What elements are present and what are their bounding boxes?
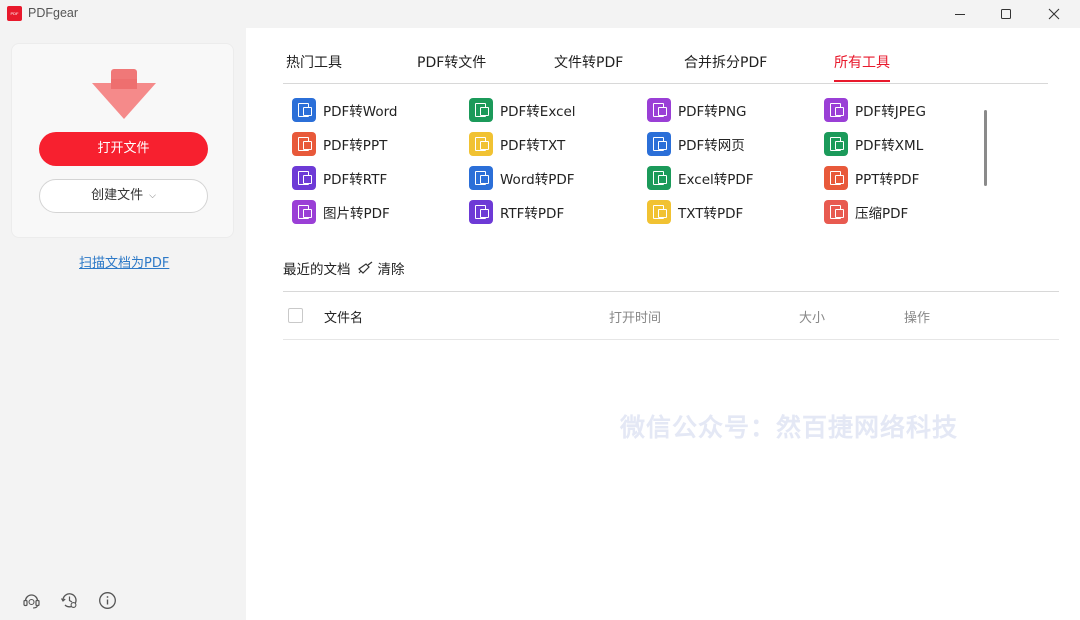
tab-merge-split-pdf[interactable]: 合并拆分PDF bbox=[684, 52, 767, 72]
tool-item[interactable]: PDF转TXT bbox=[469, 132, 565, 156]
tool-icon bbox=[469, 98, 493, 122]
create-file-button[interactable]: 创建文件 ⌵ bbox=[39, 179, 208, 213]
tool-label: RTF转PDF bbox=[500, 206, 565, 222]
tab-file-to-pdf[interactable]: 文件转PDF bbox=[554, 52, 623, 72]
tool-tabs: 热门工具 PDF转文件 文件转PDF 合并拆分PDF 所有工具 bbox=[283, 50, 1048, 84]
column-open-time[interactable]: 打开时间 bbox=[609, 307, 661, 326]
tab-pdf-to-file[interactable]: PDF转文件 bbox=[417, 52, 486, 72]
watermark: 微信公众号：然百捷网络科技 bbox=[620, 413, 959, 442]
clear-label: 清除 bbox=[377, 262, 405, 278]
tool-item[interactable]: PDF转Excel bbox=[469, 98, 576, 122]
tool-label: PDF转Excel bbox=[500, 104, 576, 120]
broom-icon bbox=[357, 261, 372, 274]
recent-documents-title: 最近的文档 bbox=[283, 262, 351, 278]
tool-icon bbox=[647, 200, 671, 224]
tool-icon bbox=[647, 132, 671, 156]
tool-icon bbox=[824, 98, 848, 122]
tool-label: PDF转PPT bbox=[323, 138, 388, 154]
app-logo-icon: PDF bbox=[7, 6, 22, 21]
tool-icon bbox=[824, 166, 848, 190]
tool-item[interactable]: 图片转PDF bbox=[292, 200, 390, 224]
tool-label: PDF转RTF bbox=[323, 172, 388, 188]
tool-item[interactable]: PDF转PNG bbox=[647, 98, 747, 122]
recent-table-header: 文件名 打开时间 大小 操作 bbox=[283, 291, 1059, 340]
download-arrow-icon bbox=[92, 69, 156, 119]
tool-icon bbox=[469, 200, 493, 224]
tool-icon bbox=[292, 166, 316, 190]
tool-item[interactable]: PDF转XML bbox=[824, 132, 923, 156]
chevron-down-icon: ⌵ bbox=[149, 191, 156, 201]
minimize-icon bbox=[955, 14, 965, 15]
tool-item[interactable]: RTF转PDF bbox=[469, 200, 564, 224]
tool-item[interactable]: PDF转JPEG bbox=[824, 98, 926, 122]
sidebar: 打开文件 创建文件 ⌵ 扫描文档为PDF bbox=[0, 28, 246, 620]
title-bar: PDF PDFgear bbox=[0, 0, 1080, 28]
column-size[interactable]: 大小 bbox=[799, 307, 825, 326]
tool-label: 图片转PDF bbox=[323, 206, 390, 222]
tool-grid-scrollbar[interactable] bbox=[984, 110, 987, 186]
tool-icon bbox=[647, 166, 671, 190]
tool-label: PDF转网页 bbox=[678, 138, 745, 154]
info-icon[interactable] bbox=[98, 591, 117, 610]
open-file-button[interactable]: 打开文件 bbox=[39, 132, 208, 166]
app-title: PDFgear bbox=[28, 6, 79, 20]
tool-item[interactable]: 压缩PDF bbox=[824, 200, 908, 224]
tool-label: PDF转PNG bbox=[678, 104, 747, 120]
tool-label: PDF转Word bbox=[323, 104, 398, 120]
tool-label: PDF转JPEG bbox=[855, 104, 926, 120]
maximize-button[interactable] bbox=[983, 0, 1029, 28]
close-icon bbox=[1048, 8, 1060, 20]
tool-icon bbox=[292, 98, 316, 122]
recent-documents-header: 最近的文档 清除 bbox=[283, 258, 405, 278]
main-content: 热门工具 PDF转文件 文件转PDF 合并拆分PDF 所有工具 PDF转Word… bbox=[246, 28, 1080, 620]
tab-popular-tools[interactable]: 热门工具 bbox=[286, 52, 342, 72]
tool-item[interactable]: PPT转PDF bbox=[824, 166, 919, 190]
close-button[interactable] bbox=[1031, 0, 1077, 28]
tool-item[interactable]: Word转PDF bbox=[469, 166, 575, 190]
tool-label: Word转PDF bbox=[500, 172, 575, 188]
tool-label: Excel转PDF bbox=[678, 172, 754, 188]
tool-icon bbox=[469, 166, 493, 190]
tool-icon bbox=[292, 132, 316, 156]
select-all-checkbox[interactable] bbox=[288, 308, 303, 323]
tool-item[interactable]: PDF转Word bbox=[292, 98, 398, 122]
tool-item[interactable]: Excel转PDF bbox=[647, 166, 754, 190]
tab-all-tools[interactable]: 所有工具 bbox=[834, 52, 890, 82]
tool-label: PDF转TXT bbox=[500, 138, 566, 154]
tool-item[interactable]: PDF转RTF bbox=[292, 166, 387, 190]
tool-item[interactable]: TXT转PDF bbox=[647, 200, 743, 224]
create-file-label: 创建文件 bbox=[91, 188, 144, 203]
open-file-card: 打开文件 创建文件 ⌵ bbox=[11, 43, 234, 238]
tool-item[interactable]: PDF转PPT bbox=[292, 132, 387, 156]
tool-icon bbox=[292, 200, 316, 224]
tool-icon bbox=[824, 200, 848, 224]
column-filename[interactable]: 文件名 bbox=[324, 307, 363, 326]
tool-label: TXT转PDF bbox=[678, 206, 744, 222]
history-settings-icon[interactable] bbox=[60, 591, 79, 610]
maximize-icon bbox=[1001, 9, 1011, 19]
tool-label: PPT转PDF bbox=[855, 172, 920, 188]
tool-label: 压缩PDF bbox=[855, 206, 909, 222]
tool-icon bbox=[469, 132, 493, 156]
support-icon[interactable] bbox=[22, 591, 41, 610]
tool-icon bbox=[647, 98, 671, 122]
column-actions: 操作 bbox=[904, 311, 931, 326]
minimize-button[interactable] bbox=[937, 0, 983, 28]
sidebar-footer bbox=[22, 591, 117, 610]
tool-label: PDF转XML bbox=[855, 138, 924, 154]
clear-button[interactable]: 清除 bbox=[357, 258, 405, 278]
tool-item[interactable]: PDF转网页 bbox=[647, 132, 745, 156]
scan-to-pdf-link[interactable]: 扫描文档为PDF bbox=[79, 252, 169, 271]
tool-icon bbox=[824, 132, 848, 156]
